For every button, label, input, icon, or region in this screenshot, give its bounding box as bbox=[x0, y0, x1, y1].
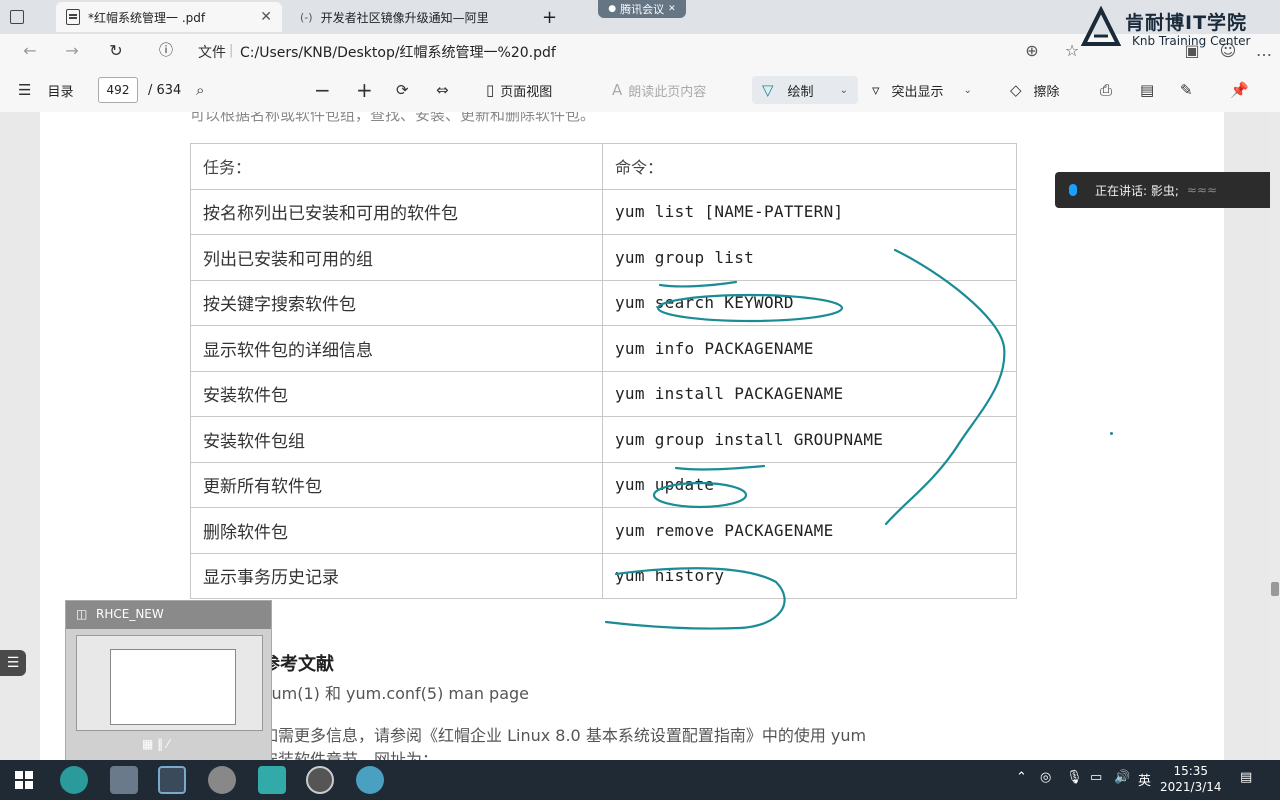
ink-dot bbox=[1110, 432, 1113, 435]
chevron-down-icon[interactable]: ⌄ bbox=[964, 85, 972, 96]
read-aloud-label: 朗读此页内容 bbox=[628, 84, 707, 100]
highlighter-icon: ▿ bbox=[872, 81, 880, 99]
clock-time: 15:35 bbox=[1173, 764, 1209, 778]
logo: 肯耐博IT学院 Knb Training Center bbox=[1080, 4, 1275, 52]
close-icon: ✕ bbox=[668, 4, 676, 14]
pin-icon[interactable]: 📌 bbox=[1230, 68, 1249, 112]
window-icon bbox=[10, 10, 24, 24]
circle-search bbox=[656, 293, 844, 323]
erase-button[interactable]: ◇ 擦除 bbox=[1010, 68, 1060, 112]
chevron-down-icon[interactable]: ⌄ bbox=[840, 85, 848, 96]
tool-icon[interactable] bbox=[356, 766, 384, 794]
highlight-button[interactable]: ▿ 突出显示 ⌄ bbox=[872, 68, 972, 112]
tab-pdf[interactable]: *红帽系统管理一 .pdf ✕ bbox=[56, 2, 282, 32]
read-aloud-icon: A bbox=[612, 81, 623, 99]
tab-title: *红帽系统管理一 .pdf bbox=[88, 10, 206, 25]
search-icon[interactable]: ⌕ bbox=[196, 68, 204, 112]
fit-page-icon[interactable]: ⇔ bbox=[436, 68, 449, 112]
draw-button[interactable]: ▽ 绘制 ⌄ bbox=[762, 68, 848, 112]
preview-dialog bbox=[110, 649, 236, 725]
logo-sub-text: Knb Training Center bbox=[1132, 34, 1251, 48]
clock-date: 2021/3/14 bbox=[1160, 780, 1222, 794]
windows-start-icon[interactable] bbox=[10, 766, 38, 794]
page-view-button[interactable]: ▯ 页面视图 bbox=[486, 68, 552, 112]
draw-label: 绘制 bbox=[787, 84, 814, 100]
address-divider: | bbox=[229, 43, 234, 58]
address-label: 文件 bbox=[198, 45, 226, 61]
speaking-indicator: 正在讲话: 影虫; ≈≈≈ bbox=[1055, 172, 1280, 208]
pdf-toolbar: ☰ 目录 492 / 634 ⌕ − + ⟳ ⇔ ▯ 页面视图 A 朗读此页内容… bbox=[0, 68, 1280, 113]
settings-tray-icon[interactable]: ◎ bbox=[1040, 770, 1051, 785]
gallery-icon[interactable] bbox=[258, 766, 286, 794]
mic-icon bbox=[1069, 184, 1077, 196]
zoom-icon[interactable]: ⊕ bbox=[1022, 41, 1042, 61]
virtual-machine-icon[interactable] bbox=[158, 766, 186, 794]
chevron-up-icon[interactable]: ⌃ bbox=[1016, 770, 1027, 785]
page-icon: (-) bbox=[300, 10, 313, 24]
url-field[interactable]: C:/Users/KNB/Desktop/红帽系统管理一%20.pdf bbox=[240, 42, 556, 62]
app-icon[interactable] bbox=[208, 766, 236, 794]
meeting-icon: ● bbox=[608, 4, 617, 14]
back-icon[interactable]: ← bbox=[20, 41, 40, 61]
highlight-label: 突出显示 bbox=[891, 84, 944, 100]
audio-wave-icon: ≈≈≈ bbox=[1186, 183, 1218, 197]
volume-icon[interactable]: 🔊 bbox=[1114, 770, 1130, 785]
zoom-out-icon[interactable]: − bbox=[314, 68, 331, 112]
microphone-icon[interactable]: 🎙 bbox=[1066, 770, 1083, 785]
logo-mark-icon bbox=[1080, 6, 1122, 46]
page-view-icon: ▯ bbox=[486, 81, 495, 99]
window-preview[interactable]: ◫ RHCE_NEW ▦ ‖ ⁄ bbox=[65, 600, 272, 762]
pdf-file-icon bbox=[66, 9, 80, 25]
vertical-scrollbar[interactable] bbox=[1270, 112, 1280, 760]
page-view-label: 页面视图 bbox=[500, 84, 553, 100]
new-tab-button[interactable]: + bbox=[532, 2, 558, 32]
circle-update bbox=[652, 481, 748, 509]
side-panel-handle[interactable]: ☰ bbox=[0, 650, 26, 676]
info-icon[interactable]: ⓘ bbox=[156, 41, 176, 61]
eraser-icon: ◇ bbox=[1010, 81, 1022, 99]
bracket-stroke bbox=[884, 248, 1006, 526]
print-icon[interactable]: ⎙ bbox=[1100, 68, 1112, 112]
read-aloud-button[interactable]: A 朗读此页内容 bbox=[612, 68, 706, 112]
scrollbar-thumb[interactable] bbox=[1271, 582, 1279, 596]
speaking-text: 正在讲话: 影虫; bbox=[1095, 183, 1179, 198]
tencent-meeting-tag[interactable]: ● 腾讯会议 ✕ bbox=[598, 0, 686, 18]
edge-browser-icon[interactable] bbox=[60, 766, 88, 794]
underline-group-install bbox=[674, 464, 766, 471]
erase-label: 擦除 bbox=[1033, 84, 1060, 100]
page-number-input[interactable]: 492 bbox=[98, 77, 138, 103]
rotate-icon[interactable]: ⟳ bbox=[396, 68, 409, 112]
list-icon: ☰ bbox=[18, 81, 32, 99]
window-icon: ◫ bbox=[76, 607, 88, 621]
refresh-icon[interactable]: ↻ bbox=[106, 41, 126, 61]
tab-actions-button[interactable] bbox=[4, 2, 30, 32]
preview-title: RHCE_NEW bbox=[96, 607, 164, 621]
file-explorer-icon[interactable] bbox=[110, 766, 138, 794]
input-language[interactable]: 英 bbox=[1138, 770, 1151, 789]
tab-aliyun[interactable]: (-) 开发者社区镜像升级通知—阿里 bbox=[290, 2, 530, 32]
tencent-meeting-label: 腾讯会议 bbox=[620, 3, 665, 16]
clock[interactable]: 15:35 2021/3/14 bbox=[1160, 763, 1222, 795]
page-total: / 634 bbox=[148, 82, 182, 98]
toc-button[interactable]: ☰ 目录 bbox=[18, 68, 73, 112]
toc-label: 目录 bbox=[47, 84, 74, 100]
preview-controls-icon: ▦ ‖ ⁄ bbox=[142, 737, 169, 751]
tab-title: 开发者社区镜像升级通知—阿里 bbox=[320, 10, 489, 25]
zoom-in-icon[interactable]: + bbox=[356, 68, 373, 112]
forward-icon[interactable]: → bbox=[62, 41, 82, 61]
pen-icon: ▽ bbox=[762, 81, 774, 99]
media-icon[interactable] bbox=[306, 766, 334, 794]
favorite-icon[interactable]: ☆ bbox=[1062, 41, 1082, 61]
underline-group bbox=[658, 280, 738, 288]
taskbar: ⌃ ◎ 🎙 ▭ 🔊 英 15:35 2021/3/14 ▤ bbox=[0, 760, 1280, 800]
save-icon[interactable]: ▤ bbox=[1140, 68, 1154, 112]
logo-main-text: 肯耐博IT学院 bbox=[1125, 12, 1248, 34]
save-as-icon[interactable]: ✎ bbox=[1180, 68, 1193, 112]
notification-icon[interactable]: ▤ bbox=[1240, 770, 1252, 785]
circle-history bbox=[604, 567, 786, 630]
close-tab-icon[interactable]: ✕ bbox=[260, 9, 272, 25]
network-icon[interactable]: ▭ bbox=[1090, 770, 1102, 785]
